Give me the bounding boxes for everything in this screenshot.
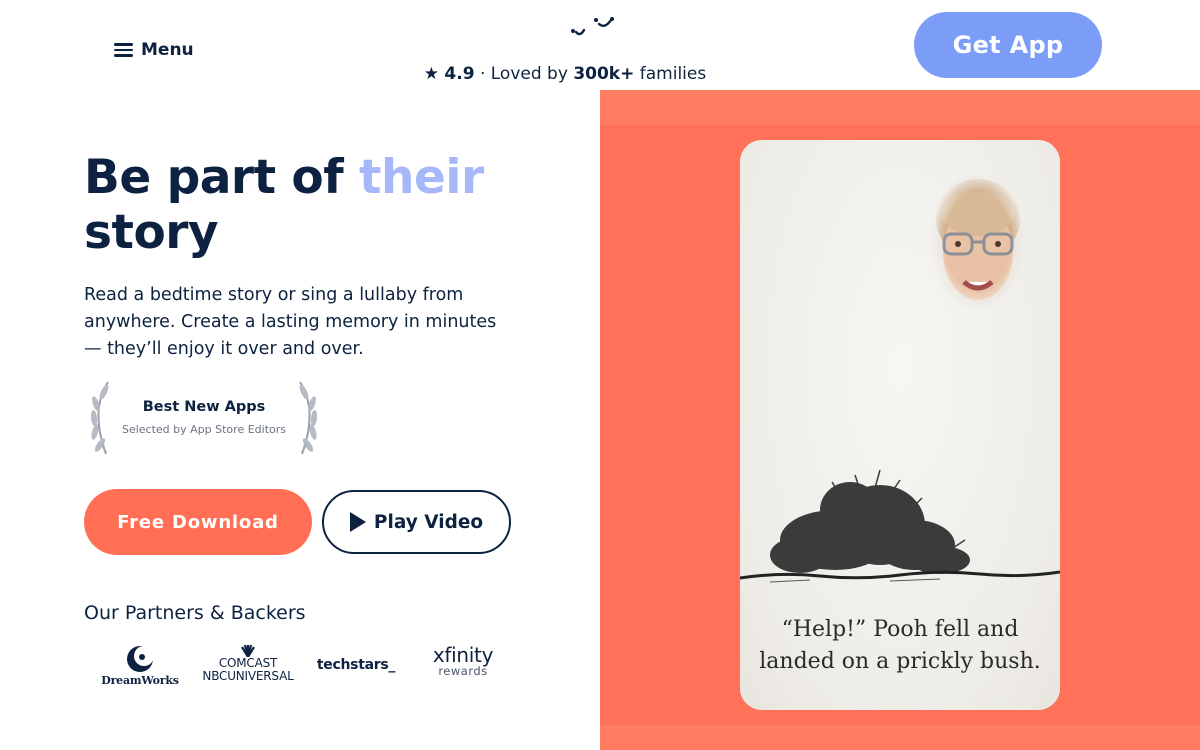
rating-mid-text: · Loved by [479,64,568,84]
panel-bottom-band [600,725,1200,750]
comcast-nbcuniversal-logo: COMCAST NBCUNIVERSAL [198,645,298,683]
headline-part2: story [84,205,219,260]
story-card[interactable]: “Help!” Pooh fell and landed on a prickl… [740,140,1060,710]
rating-count: 300k+ [573,64,635,84]
award-subtitle: Selected by App Store Editors [121,423,286,436]
story-caption: “Help!” Pooh fell and landed on a prickl… [740,614,1060,678]
play-icon [349,512,366,532]
free-download-button[interactable]: Free Download [84,489,312,555]
xfinity-text: xfinity [432,643,494,667]
star-icon: ★ [423,64,440,84]
play-video-button[interactable]: Play Video [322,490,511,554]
rating-value: 4.9 [444,64,475,84]
panel-top-band [600,90,1200,125]
dreamworks-logo: DreamWorks [94,645,186,687]
nbcuniversal-text: NBCUNIVERSAL [202,669,294,683]
laurel-right-icon [299,381,318,455]
menu-label: Menu [141,40,194,60]
reader-video-bubble [930,174,1026,314]
menu-button[interactable]: Menu [114,40,194,60]
partner-logos: DreamWorks COMCAST NBCUNIVERSAL techstar… [94,645,504,689]
rating-tail-text: families [639,64,707,84]
dreamworks-moon-icon [127,646,154,672]
partners-title: Our Partners & Backers [84,602,306,624]
award-title: Best New Apps [142,399,266,415]
hero-media-panel: “Help!” Pooh fell and landed on a prickl… [600,90,1200,750]
laurel-left-icon [90,381,109,455]
bush-illustration [740,469,1060,583]
smile-logo-icon[interactable] [566,14,618,40]
techstars-logo: techstars_ [316,657,396,673]
page-title: Be part of their story [84,150,484,260]
hero-subtext: Read a bedtime story or sing a lullaby f… [84,285,497,359]
headline-part1: Be part of [84,150,344,205]
dreamworks-text: DreamWorks [101,674,179,687]
get-app-button[interactable]: Get App [914,12,1102,78]
caption-line-2: landed on a prickly bush. [759,649,1041,674]
play-video-label: Play Video [373,511,484,533]
rewards-text: rewards [438,664,488,678]
headline-accent: their [359,150,484,205]
xfinity-rewards-logo: xfinity rewards [428,643,498,679]
caption-line-1: “Help!” Pooh fell and [781,617,1019,642]
award-badge: Best New Apps Selected by App Store Edit… [84,380,324,456]
hamburger-icon [114,43,133,57]
